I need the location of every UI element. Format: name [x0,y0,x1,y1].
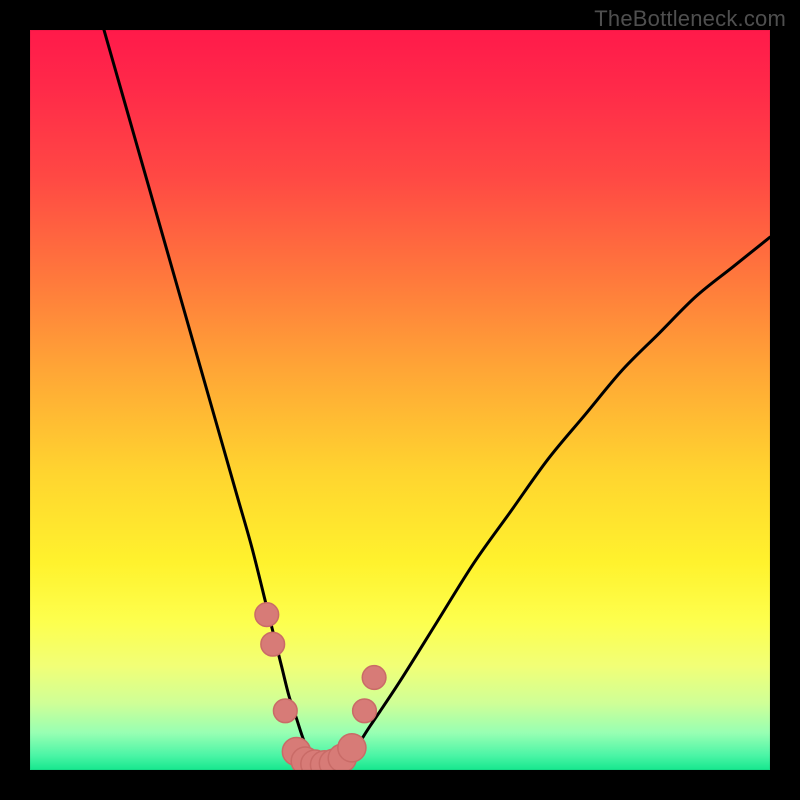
bottleneck-marker [362,666,386,690]
bottleneck-marker [273,699,297,723]
bottleneck-marker [338,734,366,762]
watermark-text: TheBottleneck.com [594,6,786,32]
bottleneck-plot [30,30,770,770]
bottleneck-curve [104,30,770,767]
bottleneck-marker [353,699,377,723]
bottleneck-marker [255,603,279,627]
bottleneck-markers [255,603,386,770]
bottleneck-marker [261,632,285,656]
bottleneck-chart-frame: TheBottleneck.com [0,0,800,800]
chart-svg [30,30,770,770]
